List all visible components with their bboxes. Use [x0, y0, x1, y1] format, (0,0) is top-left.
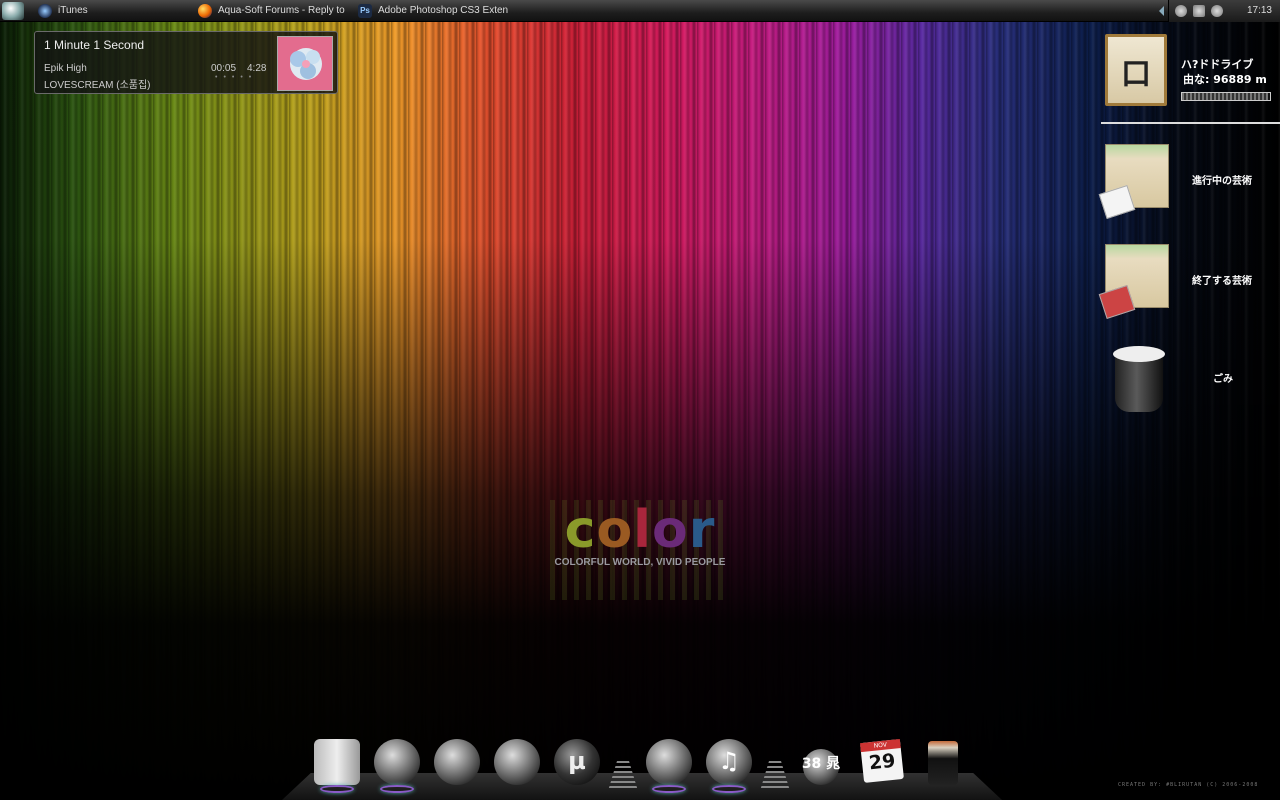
- shelf-divider: [1101, 122, 1280, 124]
- desktop-shelf: ハ?ドドライブ 由な: 96889 m 進行中の芸術 終了する芸術 ごみ: [1098, 22, 1280, 800]
- dock-lantern[interactable]: [928, 741, 958, 785]
- tray-add-icon[interactable]: [1175, 5, 1187, 17]
- album-art-flower: [290, 48, 322, 80]
- itunes-icon: [38, 4, 52, 18]
- track-artist: Epik High: [44, 63, 87, 74]
- running-indicator: [652, 785, 686, 793]
- running-indicator: [320, 785, 354, 793]
- task-label: iTunes: [58, 5, 88, 16]
- dock-calendar[interactable]: NOV 29: [860, 739, 904, 783]
- task-label: Aqua-Soft Forums - Reply to ...: [218, 5, 348, 16]
- dock-utorrent[interactable]: µ: [554, 739, 600, 785]
- start-button[interactable]: [2, 2, 24, 20]
- dock-feather[interactable]: [646, 739, 692, 793]
- folder-box-icon[interactable]: [1098, 244, 1169, 319]
- folder-in-progress[interactable]: 進行中の芸術: [1098, 144, 1280, 224]
- album-art: [277, 36, 333, 91]
- track-title: 1 Minute 1 Second: [44, 38, 145, 52]
- dock: µ ♫ 38 晁 NOV 29: [282, 735, 1002, 800]
- hard-drive-icon[interactable]: [1105, 34, 1167, 106]
- folder-finished[interactable]: 終了する芸術: [1098, 244, 1280, 324]
- taskbar-item-firefox[interactable]: Aqua-Soft Forums - Reply to ...: [198, 0, 348, 22]
- trash-paper: [1113, 346, 1165, 362]
- tray-expand-icon[interactable]: [1159, 6, 1164, 16]
- dock-firefox[interactable]: [434, 739, 480, 785]
- taskbar-item-itunes[interactable]: iTunes: [38, 0, 188, 22]
- weather-temperature: 38 晁: [801, 756, 841, 772]
- task-label: Adobe Photoshop CS3 Exten...: [378, 5, 508, 16]
- running-indicator: [380, 785, 414, 793]
- track-elapsed: 00:05: [211, 63, 237, 74]
- dock-photos[interactable]: [494, 739, 540, 785]
- desktop-wallpaper: [0, 0, 1280, 800]
- dock-itunes[interactable]: ♫: [706, 739, 752, 793]
- browser-icon: [374, 739, 420, 785]
- hard-drive-free-space: 由な: 96889 m: [1183, 73, 1267, 86]
- dock-finder[interactable]: [314, 739, 360, 793]
- system-tray: 17:13: [1159, 0, 1280, 22]
- firefox-icon: [434, 739, 480, 785]
- dock-weather[interactable]: 38 晁: [798, 739, 844, 785]
- wallpaper-logo: color COLORFUL WORLD, VIVID PEOPLE: [540, 500, 740, 610]
- now-playing-widget[interactable]: 1 Minute 1 Second Epik High LOVESCREAM (…: [34, 31, 338, 94]
- dock-ie[interactable]: [374, 739, 420, 793]
- tray-play-icon[interactable]: [1211, 5, 1223, 17]
- taskbar: iTunes Aqua-Soft Forums - Reply to ... P…: [0, 0, 1280, 22]
- photoshop-icon: Ps: [358, 4, 372, 18]
- firefox-icon: [198, 4, 212, 18]
- calendar-day: 29: [867, 749, 897, 775]
- photos-icon: [494, 739, 540, 785]
- logo-tagline: COLORFUL WORLD, VIVID PEOPLE: [554, 557, 726, 568]
- rating-dots[interactable]: •••••: [215, 74, 257, 81]
- music-note-icon: ♫: [718, 747, 740, 775]
- trash-item[interactable]: ごみ: [1101, 346, 1280, 428]
- running-indicator: [712, 785, 746, 793]
- hard-drive-item[interactable]: ハ?ドドライブ 由な: 96889 m: [1101, 22, 1280, 122]
- taskbar-item-photoshop[interactable]: Ps Adobe Photoshop CS3 Exten...: [358, 0, 508, 22]
- logo-word: color: [564, 500, 716, 560]
- track-total: 4:28: [247, 63, 267, 74]
- finder-icon: [314, 739, 360, 785]
- trash-icon[interactable]: [1113, 346, 1165, 412]
- folder-label: 終了する芸術: [1192, 276, 1252, 287]
- utorrent-glyph: µ: [568, 747, 586, 775]
- disk-usage-fill: [1182, 93, 1269, 100]
- dock-separator: [608, 761, 638, 791]
- folder-box-icon[interactable]: [1098, 144, 1169, 219]
- clock: 17:13: [1246, 5, 1272, 16]
- photo-icon: [1098, 285, 1136, 319]
- dock-separator: [760, 761, 790, 791]
- disk-usage-bar: [1181, 92, 1271, 101]
- folder-label: 進行中の芸術: [1192, 176, 1252, 187]
- feather-icon: [646, 739, 692, 785]
- wallpaper-credits: CREATED BY: #BLIRUTAN (C) 2006-2008: [1118, 782, 1259, 788]
- track-album: LOVESCREAM (소품집): [44, 80, 151, 91]
- trash-label: ごみ: [1213, 374, 1233, 385]
- hard-drive-title: ハ?ドドライブ: [1181, 58, 1254, 71]
- tray-window-icon[interactable]: [1193, 5, 1205, 17]
- photo-icon: [1098, 185, 1136, 219]
